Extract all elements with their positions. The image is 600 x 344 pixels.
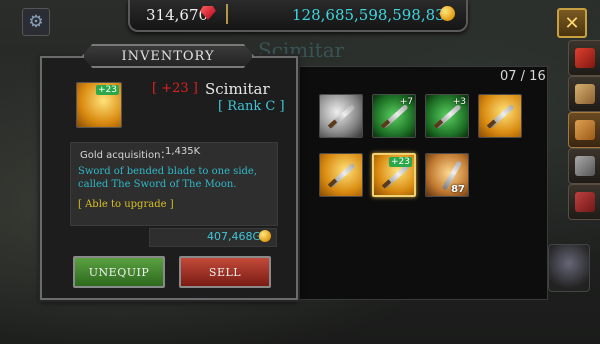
item-badge: +23	[96, 85, 119, 95]
inventory-slot-selected[interactable]: +23	[372, 153, 416, 197]
unequip-button[interactable]: UNEQUIP	[73, 256, 165, 288]
gold-coin-icon	[259, 230, 271, 242]
close-icon: ✕	[564, 12, 580, 34]
inventory-slot[interactable]: +7	[372, 94, 416, 138]
tab-inventory[interactable]	[568, 112, 600, 148]
tab-equipment[interactable]	[568, 148, 600, 184]
bag-icon	[575, 84, 595, 104]
gold-acquisition-value: 1,435K	[165, 146, 201, 157]
tab-weapons[interactable]	[568, 40, 600, 76]
gear-icon: ⚙	[28, 12, 44, 32]
tab-bag[interactable]	[568, 76, 600, 112]
upgrade-note: [ Able to upgrade ]	[78, 199, 174, 210]
inventory-slot[interactable]	[319, 94, 363, 138]
settings-button[interactable]: ⚙	[22, 8, 50, 36]
hero-portrait[interactable]	[548, 244, 590, 292]
inventory-slot[interactable]	[478, 94, 522, 138]
item-description: Sword of bended blade to one side, calle…	[78, 166, 258, 190]
weapon-tab-icon	[575, 48, 595, 68]
chest-icon	[575, 120, 595, 140]
tab-book[interactable]	[568, 184, 600, 220]
sell-button[interactable]: SELL	[179, 256, 271, 288]
inventory-slot[interactable]: 87	[425, 153, 469, 197]
armor-icon	[575, 156, 595, 176]
gold-count: 128,685,598,598,839	[292, 6, 455, 24]
selected-item-icon: +23	[76, 82, 122, 128]
inventory-slot[interactable]: +3	[425, 94, 469, 138]
slot-count: 07 / 16	[500, 69, 546, 84]
stack-count: 87	[451, 184, 465, 195]
gold-coin-icon	[440, 6, 455, 21]
inventory-slot[interactable]	[319, 153, 363, 197]
item-rank: [ Rank C ]	[218, 99, 285, 114]
upgrade-level: [ +23 ]	[152, 81, 198, 96]
sell-price: 407,468G	[207, 230, 262, 243]
book-icon	[575, 192, 595, 212]
item-badge: +7	[399, 97, 413, 107]
item-badge: +3	[452, 97, 466, 107]
currency-divider	[226, 4, 228, 24]
close-button[interactable]: ✕	[557, 8, 587, 38]
gold-acquisition-label: Gold acquisition：	[80, 150, 171, 161]
ruby-count: 314,670	[146, 6, 209, 24]
inventory-title: INVENTORY	[82, 44, 254, 68]
item-name: Scimitar	[205, 80, 270, 98]
item-badge: +23	[389, 157, 412, 167]
